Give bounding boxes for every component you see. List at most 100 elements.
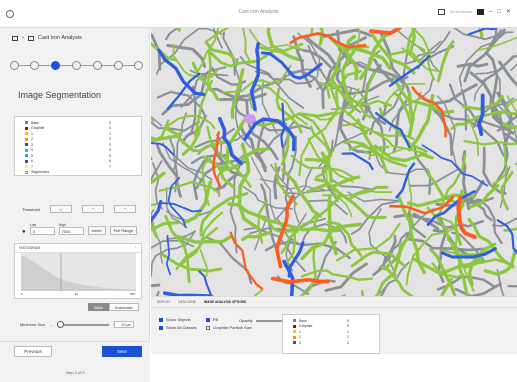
- step-7[interactable]: [134, 61, 143, 70]
- step-4[interactable]: [72, 61, 81, 70]
- left-panel: › Cast Iron Analysis Image Segmentation …: [0, 28, 150, 354]
- legend-row[interactable]: 33: [283, 340, 379, 346]
- image-viewer[interactable]: [151, 28, 517, 296]
- legend-row[interactable]: Segmented: [15, 170, 141, 176]
- close-icon[interactable]: ✕: [506, 8, 511, 15]
- graphite-size-option[interactable]: Graphite Particle Size: [206, 325, 252, 330]
- panel-icon[interactable]: [477, 9, 484, 15]
- maximize-icon[interactable]: □: [497, 9, 501, 15]
- phase-label: 1: [299, 330, 301, 334]
- bottom-tab[interactable]: DISPLAY: [157, 300, 170, 304]
- histogram-curve: [21, 255, 136, 291]
- phase-value: 0: [347, 319, 349, 323]
- graphite-particle: [151, 279, 159, 285]
- full-range-button[interactable]: Full Range: [110, 226, 137, 235]
- segmented-microstructure-image: [151, 28, 517, 296]
- collapse-icon[interactable]: ⌃: [134, 246, 137, 250]
- phase-label: 2: [31, 137, 33, 141]
- notifications-label[interactable]: Screenshots: [450, 9, 472, 14]
- show-all-classes-checkbox[interactable]: [159, 326, 163, 330]
- bottom-tabs: DISPLAY DATA ZONE IMAGE ANALYSIS OPTIONS: [151, 297, 517, 308]
- phase-label: 5: [31, 154, 33, 158]
- step-6[interactable]: [114, 61, 123, 70]
- step-2[interactable]: [30, 61, 39, 70]
- slider-knob[interactable]: [57, 321, 64, 328]
- threshold-down-button[interactable]: ⌃: [114, 205, 136, 213]
- graphite-particle: [434, 85, 476, 104]
- phase-color-swatch[interactable]: [25, 149, 28, 152]
- phase-label: Base: [299, 319, 307, 323]
- phase-value: 2: [109, 137, 111, 141]
- mode-option-slide[interactable]: Slide: [88, 303, 109, 311]
- phase-color-swatch[interactable]: [25, 121, 28, 124]
- step-counter: Step 3 of 9: [0, 370, 150, 375]
- phase-color-swatch[interactable]: [25, 160, 28, 163]
- minimize-icon[interactable]: –: [489, 9, 492, 15]
- histogram-panel: HISTOGRAM ⌃ 032255: [14, 243, 142, 299]
- phase-color-swatch[interactable]: [25, 127, 28, 130]
- phase-color-swatch[interactable]: [25, 143, 28, 146]
- eye-icon[interactable]: ●: [22, 229, 26, 235]
- histogram-plot[interactable]: [21, 253, 136, 291]
- graphite-particle: [277, 89, 301, 132]
- range-controls: ● Low 0 High 7000 Invert Full Range: [22, 223, 137, 235]
- show-objects-option[interactable]: Show Objects: [159, 317, 191, 322]
- phase-color-swatch[interactable]: [293, 330, 296, 333]
- phase-color-swatch[interactable]: [293, 336, 296, 339]
- phase-value: 1: [109, 132, 111, 136]
- step-5[interactable]: [93, 61, 102, 70]
- step-1[interactable]: [10, 61, 19, 70]
- phase-color-swatch[interactable]: [25, 154, 28, 157]
- minus-icon[interactable]: –: [50, 322, 52, 327]
- phase-color-swatch[interactable]: [25, 138, 28, 141]
- threshold-up-button[interactable]: ⌃: [82, 205, 104, 213]
- sidebar-toggle-icon[interactable]: [12, 36, 18, 41]
- fill-option[interactable]: Fill: [206, 317, 218, 322]
- threshold-tool-button[interactable]: ⌂: [50, 205, 72, 213]
- opacity-label: Opacity: [239, 318, 253, 323]
- project-icon: [28, 36, 34, 41]
- minimum-size-value[interactable]: 20 µm: [114, 321, 134, 328]
- graphite-size-checkbox[interactable]: [206, 326, 210, 330]
- mode-toggle: SlideAutomatic: [88, 303, 139, 311]
- breadcrumb-label[interactable]: Cast Iron Analysis: [38, 35, 82, 41]
- minimum-size-slider[interactable]: [57, 324, 109, 326]
- phase-color-swatch[interactable]: [25, 171, 28, 174]
- phase-label: 6: [31, 159, 33, 163]
- show-all-classes-option[interactable]: Show All Classes: [159, 325, 197, 330]
- graphite-particle: [151, 173, 164, 212]
- phase-color-swatch[interactable]: [293, 325, 296, 328]
- fill-checkbox[interactable]: [206, 318, 210, 322]
- bottom-tab[interactable]: DATA ZONE: [178, 300, 196, 304]
- phase-legend: Base0Graphite011223344556677Segmented: [14, 116, 142, 176]
- show-objects-checkbox[interactable]: [159, 318, 163, 322]
- graphite-size-label: Graphite Particle Size: [213, 325, 252, 330]
- phase-value: 0: [109, 126, 111, 130]
- invert-button[interactable]: Invert: [88, 226, 106, 235]
- graphite-particle: [458, 64, 487, 66]
- next-button[interactable]: Next: [102, 346, 142, 357]
- show-all-classes-label: Show All Classes: [166, 325, 197, 330]
- phase-label: Base: [31, 121, 39, 125]
- phase-value: 3: [109, 143, 111, 147]
- navigation-bar: Previous Next Step 3 of 9: [0, 341, 150, 382]
- phase-label: 3: [299, 341, 301, 345]
- phase-color-swatch[interactable]: [25, 165, 28, 168]
- mode-option-automatic[interactable]: Automatic: [109, 303, 139, 311]
- high-input[interactable]: 7000: [59, 227, 84, 235]
- phase-color-swatch[interactable]: [25, 132, 28, 135]
- chevron-right-icon: ›: [22, 35, 24, 41]
- phase-color-swatch[interactable]: [293, 319, 296, 322]
- chat-icon[interactable]: [438, 9, 445, 15]
- minimum-size-row: Minimum Size – 20 µm: [20, 321, 134, 328]
- bottom-tab[interactable]: IMAGE ANALYSIS OPTIONS: [204, 300, 246, 304]
- phase-label: 3: [31, 143, 33, 147]
- phase-color-swatch[interactable]: [293, 341, 296, 344]
- phase-value: 1: [347, 330, 349, 334]
- step-3[interactable]: [51, 61, 60, 70]
- phase-value: 7: [109, 165, 111, 169]
- low-input[interactable]: 0: [30, 227, 55, 235]
- threshold-label: Threshold: [22, 207, 40, 212]
- previous-button[interactable]: Previous: [14, 346, 52, 357]
- title-bar: Cast Iron Analysis Screenshots – □ ✕: [0, 0, 517, 28]
